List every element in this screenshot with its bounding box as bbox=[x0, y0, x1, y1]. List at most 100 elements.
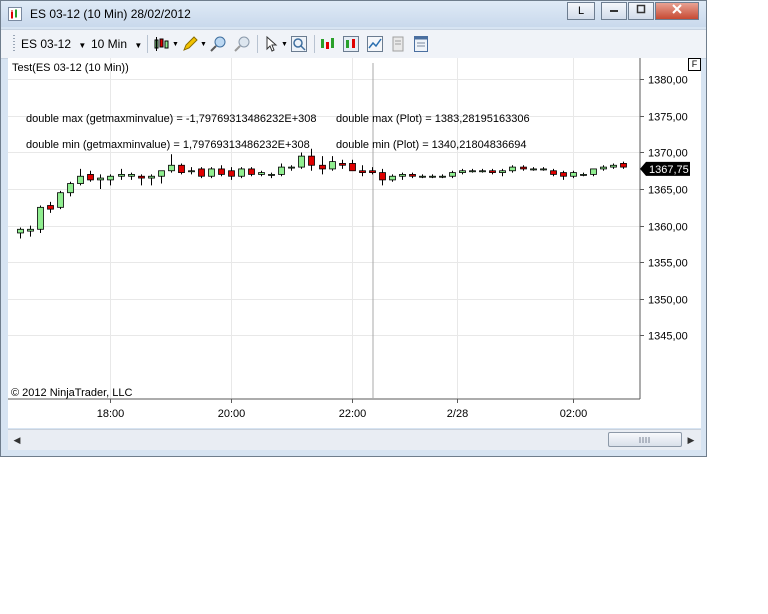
candle-body bbox=[439, 175, 446, 178]
candle bbox=[107, 174, 114, 186]
chevron-down-icon[interactable]: ▼ bbox=[200, 41, 207, 48]
scroll-left-button[interactable]: ◀ bbox=[10, 433, 24, 447]
candle bbox=[479, 168, 486, 173]
candle-body bbox=[97, 177, 104, 181]
candle bbox=[509, 165, 516, 173]
data-box-icon[interactable] bbox=[412, 35, 430, 53]
candle-body bbox=[620, 163, 627, 168]
instrument-selector[interactable]: ES 03-12 ▼ bbox=[21, 34, 86, 54]
candle-body bbox=[499, 170, 506, 173]
interval-selector[interactable]: 10 Min ▼ bbox=[91, 34, 142, 54]
candle bbox=[158, 170, 165, 184]
strategies-icon[interactable] bbox=[366, 35, 384, 53]
properties-search-icon[interactable] bbox=[290, 35, 308, 53]
close-button[interactable] bbox=[655, 2, 699, 20]
chevron-down-icon[interactable]: ▼ bbox=[172, 41, 179, 48]
candle bbox=[469, 168, 476, 173]
candle bbox=[540, 167, 547, 171]
cursor-icon[interactable] bbox=[263, 35, 281, 53]
candle-body bbox=[77, 175, 84, 184]
chart-style-icon[interactable] bbox=[153, 35, 171, 53]
indicator-label: Test(ES 03-12 (10 Min)) bbox=[12, 62, 129, 74]
chart-toolbar: ES 03-12 ▼ 10 Min ▼ ▼ ▼ ▼ bbox=[1, 29, 706, 59]
chart-app-icon bbox=[8, 7, 22, 21]
toolbar-grip bbox=[13, 35, 15, 53]
candle-body bbox=[399, 174, 406, 177]
candle bbox=[610, 163, 617, 169]
scroll-right-button[interactable]: ▶ bbox=[684, 433, 698, 447]
candle-body bbox=[459, 170, 466, 173]
candle bbox=[37, 205, 44, 233]
candle-body bbox=[107, 175, 114, 181]
candle-body bbox=[27, 228, 34, 232]
candle bbox=[278, 163, 285, 177]
data-series-icon[interactable] bbox=[319, 35, 337, 53]
candle-body bbox=[168, 164, 175, 172]
candle bbox=[138, 174, 145, 186]
candle bbox=[178, 163, 185, 175]
candle bbox=[449, 170, 456, 179]
candle-body bbox=[479, 170, 486, 173]
candle-body bbox=[238, 168, 245, 177]
candle-body bbox=[600, 166, 607, 170]
candle bbox=[319, 156, 326, 175]
candle-body bbox=[228, 170, 235, 177]
indicators-icon[interactable] bbox=[342, 35, 360, 53]
candle-body bbox=[389, 175, 396, 181]
candle bbox=[499, 168, 506, 177]
y-tick-label: 1345,00 bbox=[648, 331, 688, 343]
candle-body bbox=[138, 175, 145, 179]
candle-body bbox=[248, 168, 255, 175]
candle bbox=[359, 165, 366, 177]
candle-body bbox=[288, 166, 295, 169]
maximize-button[interactable] bbox=[628, 2, 654, 20]
y-tick-label: 1365,00 bbox=[648, 185, 688, 197]
title-bar[interactable]: ES 03-12 (10 Min) 28/02/2012 L bbox=[1, 1, 706, 27]
y-tick-label: 1355,00 bbox=[648, 258, 688, 270]
candle-body bbox=[580, 174, 587, 176]
candle-body bbox=[268, 174, 275, 176]
candle-body bbox=[409, 174, 416, 177]
candle-body bbox=[560, 172, 567, 177]
candle bbox=[580, 172, 587, 177]
candle-body bbox=[339, 163, 346, 166]
candle bbox=[97, 174, 104, 190]
candles bbox=[17, 148, 627, 239]
candle-body bbox=[57, 192, 64, 208]
window-title: ES 03-12 (10 Min) 28/02/2012 bbox=[30, 7, 191, 21]
drawing-pencil-icon[interactable] bbox=[181, 35, 199, 53]
candle bbox=[439, 174, 446, 179]
candle bbox=[329, 156, 336, 171]
chevron-down-icon[interactable]: ▼ bbox=[281, 41, 288, 48]
scrollbar-thumb[interactable] bbox=[608, 432, 682, 447]
candle-body bbox=[509, 166, 516, 172]
interval-label: 10 Min bbox=[91, 37, 128, 51]
share-icon[interactable] bbox=[389, 35, 407, 53]
restore-icon bbox=[636, 4, 646, 14]
candle-body bbox=[349, 163, 356, 172]
horizontal-scrollbar[interactable]: ◀ ▶ bbox=[8, 429, 701, 450]
candle bbox=[389, 174, 396, 182]
instrument-label: ES 03-12 bbox=[21, 37, 72, 51]
candle bbox=[379, 168, 386, 186]
zoom-out-icon[interactable] bbox=[233, 35, 251, 53]
candle-body bbox=[158, 170, 165, 177]
x-axis: 18:00 20:00 22:00 2/28 02:00 bbox=[97, 399, 587, 420]
link-button[interactable]: L bbox=[567, 2, 595, 20]
candle-body bbox=[278, 166, 285, 175]
x-tick-label: 22:00 bbox=[339, 408, 367, 420]
panel-f-button[interactable]: F bbox=[688, 58, 701, 71]
toolbar-separator bbox=[257, 35, 258, 53]
candle bbox=[590, 168, 597, 177]
toolbar-separator bbox=[147, 35, 148, 53]
toolbar-separator bbox=[314, 35, 315, 53]
chart-area[interactable]: 1380,00 1375,00 1370,00 1365,00 1360,00 1355,… bbox=[8, 58, 701, 428]
candle-body bbox=[359, 170, 366, 173]
candle bbox=[339, 159, 346, 169]
minimize-button[interactable] bbox=[601, 2, 627, 20]
candle-body bbox=[308, 155, 315, 166]
candle-body bbox=[610, 164, 617, 168]
candle-body bbox=[329, 161, 336, 170]
y-tick-label: 1380,00 bbox=[648, 75, 688, 87]
zoom-in-icon[interactable] bbox=[209, 35, 227, 53]
